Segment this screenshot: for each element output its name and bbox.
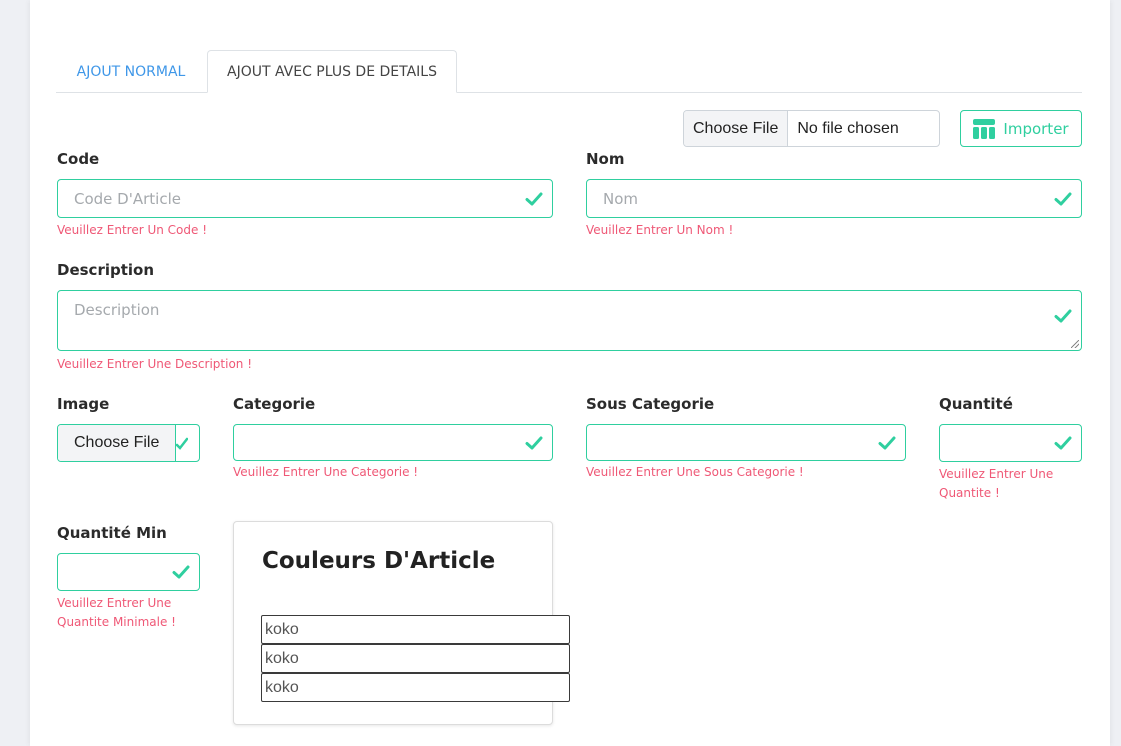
quantite-min-error-line2: Quantite Minimale !	[57, 615, 176, 629]
sous-categorie-select[interactable]	[586, 424, 906, 461]
check-icon	[525, 436, 543, 449]
code-placeholder: Code D'Article	[74, 189, 181, 208]
resize-handle[interactable]	[1071, 340, 1079, 348]
code-error: Veuillez Entrer Un Code !	[57, 223, 208, 237]
import-label: Importer	[1003, 119, 1069, 138]
color-input[interactable]: koko	[261, 673, 570, 702]
description-label: Description	[57, 261, 155, 279]
import-button[interactable]: Importer	[960, 110, 1082, 147]
check-icon	[525, 192, 543, 205]
description-placeholder: Description	[74, 301, 160, 319]
categorie-select[interactable]	[233, 424, 553, 461]
code-input[interactable]: Code D'Article	[57, 179, 553, 218]
check-icon	[1054, 192, 1072, 205]
sous-categorie-label: Sous Categorie	[586, 395, 715, 413]
file-status: No file chosen	[797, 119, 899, 137]
image-label: Image	[57, 395, 110, 413]
choose-file-button[interactable]: Choose File	[684, 111, 789, 146]
code-label: Code	[57, 150, 100, 168]
tab-ajout-normal[interactable]: AJOUT NORMAL	[56, 50, 206, 93]
image-choose-file-button[interactable]: Choose File	[58, 425, 177, 461]
quantite-min-label: Quantité Min	[57, 524, 167, 542]
import-file-input[interactable]: Choose File No file chosen	[683, 110, 940, 147]
quantite-error-line1: Veuillez Entrer Une	[939, 467, 1054, 481]
description-textarea[interactable]: Description	[57, 290, 1082, 351]
color-input[interactable]: koko	[261, 644, 570, 673]
nom-label: Nom	[586, 150, 625, 168]
quantite-min-error-line1: Veuillez Entrer Une	[57, 596, 172, 610]
quantite-input[interactable]	[939, 424, 1082, 462]
sous-categorie-error: Veuillez Entrer Une Sous Categorie !	[586, 465, 804, 479]
quantite-label: Quantité	[939, 395, 1013, 413]
categorie-label: Categorie	[233, 395, 316, 413]
tab-ajout-details[interactable]: AJOUT AVEC PLUS DE DETAILS	[207, 50, 457, 93]
image-file-input[interactable]: Choose File	[57, 424, 200, 462]
description-error: Veuillez Entrer Une Description !	[57, 357, 253, 371]
quantite-min-input[interactable]	[57, 553, 200, 591]
nom-input[interactable]: Nom	[586, 179, 1082, 218]
table-icon	[973, 118, 996, 139]
categorie-error: Veuillez Entrer Une Categorie !	[233, 465, 419, 479]
check-icon	[1054, 436, 1072, 450]
nom-error: Veuillez Entrer Un Nom !	[586, 223, 734, 237]
quantite-error-line2: Quantite !	[939, 486, 1000, 500]
check-icon	[878, 436, 896, 449]
colors-title: Couleurs D'Article	[262, 548, 496, 574]
check-icon	[1054, 309, 1072, 323]
check-icon	[176, 437, 189, 450]
nom-placeholder: Nom	[603, 189, 639, 208]
color-input[interactable]: koko	[261, 615, 570, 644]
check-icon	[172, 565, 190, 579]
